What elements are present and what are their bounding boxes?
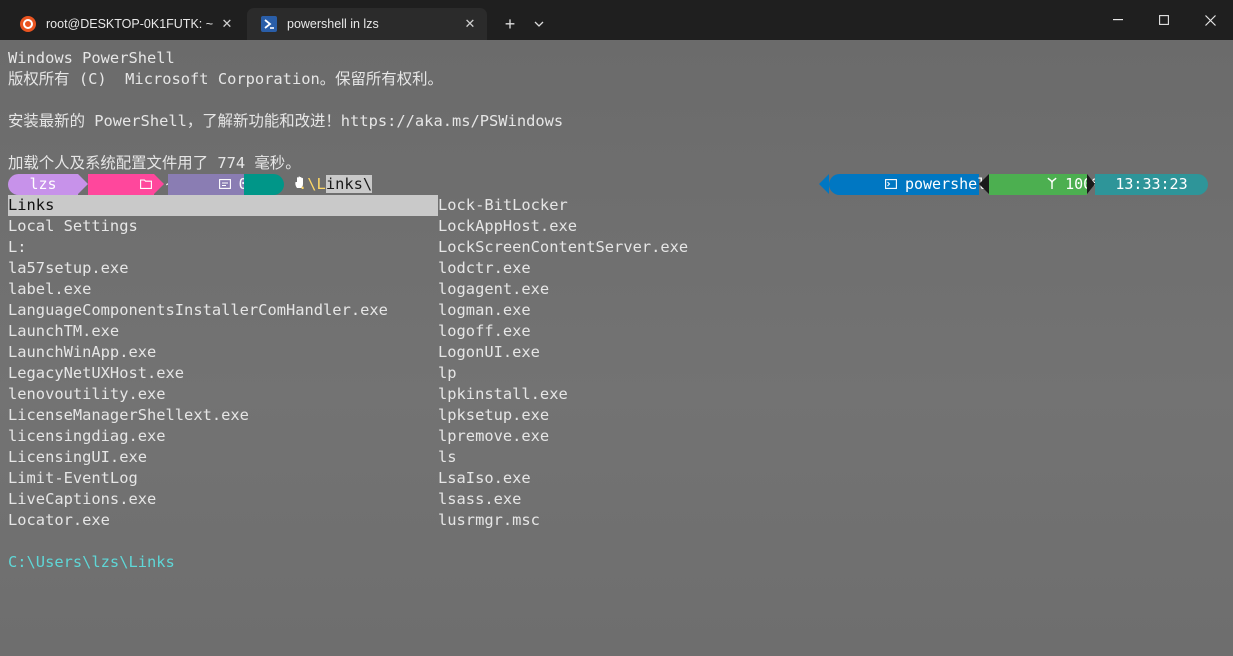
completion-item[interactable]: ls: [438, 447, 457, 468]
completion-item[interactable]: LicensingUI.exe: [8, 447, 147, 468]
prompt-time: 13:33:23: [1115, 175, 1188, 193]
completion-item[interactable]: la57setup.exe: [8, 258, 128, 279]
completion-item[interactable]: logagent.exe: [438, 279, 549, 300]
prompt-status-segment: [244, 174, 304, 195]
prompt-battery-segment: 100%: [989, 174, 1101, 195]
tab-powershell[interactable]: powershell in lzs ✕: [247, 8, 487, 40]
completion-item[interactable]: lpremove.exe: [438, 426, 549, 447]
completion-item[interactable]: lenovoutility.exe: [8, 384, 166, 405]
completion-item[interactable]: LsaIso.exe: [438, 468, 531, 489]
prompt-shell-segment: powershell: [829, 174, 995, 195]
completion-item[interactable]: LogonUI.exe: [438, 342, 540, 363]
completion-item[interactable]: LockScreenContentServer.exe: [438, 237, 688, 258]
completion-item[interactable]: Limit-EventLog: [8, 468, 138, 489]
maximize-button[interactable]: [1141, 0, 1187, 40]
completion-item[interactable]: lpksetup.exe: [438, 405, 549, 426]
command-suggestion: inks\: [325, 175, 373, 193]
prompt-path-segment: ~: [88, 174, 175, 195]
tab-ubuntu[interactable]: root@DESKTOP-0K1FUTK: ~ ✕: [6, 8, 244, 40]
completion-item[interactable]: lodctr.exe: [438, 258, 531, 279]
completion-item[interactable]: LicenseManagerShellext.exe: [8, 405, 249, 426]
powershell-icon: [261, 16, 277, 32]
tab-title: root@DESKTOP-0K1FUTK: ~: [46, 17, 214, 31]
command-line[interactable]: .\Links\: [298, 174, 373, 195]
completion-item[interactable]: lsass.exe: [438, 489, 521, 510]
completion-item[interactable]: LiveCaptions.exe: [8, 489, 156, 510]
segment-arrow: [1087, 174, 1095, 194]
completion-item[interactable]: Lock-BitLocker: [438, 195, 568, 216]
prompt-user: lzs: [29, 175, 57, 193]
completion-item[interactable]: LegacyNetUXHost.exe: [8, 363, 184, 384]
chevron-down-icon[interactable]: [528, 12, 550, 36]
completion-item[interactable]: Local Settings: [8, 216, 138, 237]
completion-item[interactable]: L:: [8, 237, 27, 258]
prompt-clock-segment: 13:33:23: [1095, 174, 1208, 195]
ubuntu-icon: [20, 16, 36, 32]
completion-item[interactable]: LockAppHost.exe: [438, 216, 577, 237]
plug-icon: [975, 153, 1057, 216]
close-icon[interactable]: ✕: [459, 13, 481, 35]
completion-item[interactable]: lusrmgr.msc: [438, 510, 540, 531]
completion-item[interactable]: licensingdiag.exe: [8, 426, 166, 447]
new-tab-button[interactable]: +: [497, 12, 523, 36]
close-icon[interactable]: ✕: [216, 13, 238, 35]
tab-bar: root@DESKTOP-0K1FUTK: ~ ✕ powershell in …: [0, 0, 1233, 40]
command-typed: L: [316, 175, 326, 193]
minimize-button[interactable]: [1095, 0, 1141, 40]
command-prefix: .\: [298, 175, 317, 193]
completion-item[interactable]: Links: [8, 195, 438, 216]
tab-title: powershell in lzs: [287, 17, 379, 31]
completion-item[interactable]: label.exe: [8, 279, 91, 300]
completion-item[interactable]: logoff.exe: [438, 321, 531, 342]
completion-item[interactable]: lp: [438, 363, 457, 384]
banner-line: 安装最新的 PowerShell，了解新功能和改进！https://aka.ms…: [8, 112, 564, 130]
completion-item[interactable]: logman.exe: [438, 300, 531, 321]
close-window-button[interactable]: [1187, 0, 1233, 40]
banner-line: 版权所有 (C) Microsoft Corporation。保留所有权利。: [8, 70, 443, 88]
completion-item[interactable]: lpkinstall.exe: [438, 384, 568, 405]
completion-item[interactable]: LanguageComponentsInstallerComHandler.ex…: [8, 300, 388, 321]
completion-item[interactable]: LaunchTM.exe: [8, 321, 119, 342]
terminal-icon: [813, 153, 897, 216]
completion-item[interactable]: LaunchWinApp.exe: [8, 342, 156, 363]
terminal-window: root@DESKTOP-0K1FUTK: ~ ✕ powershell in …: [0, 0, 1233, 656]
current-directory: C:\Users\lzs\Links: [8, 553, 175, 571]
banner-line: Windows PowerShell: [8, 49, 175, 67]
terminal-output[interactable]: Windows PowerShell 版权所有 (C) Microsoft Co…: [0, 40, 1233, 656]
completion-item[interactable]: Locator.exe: [8, 510, 110, 531]
